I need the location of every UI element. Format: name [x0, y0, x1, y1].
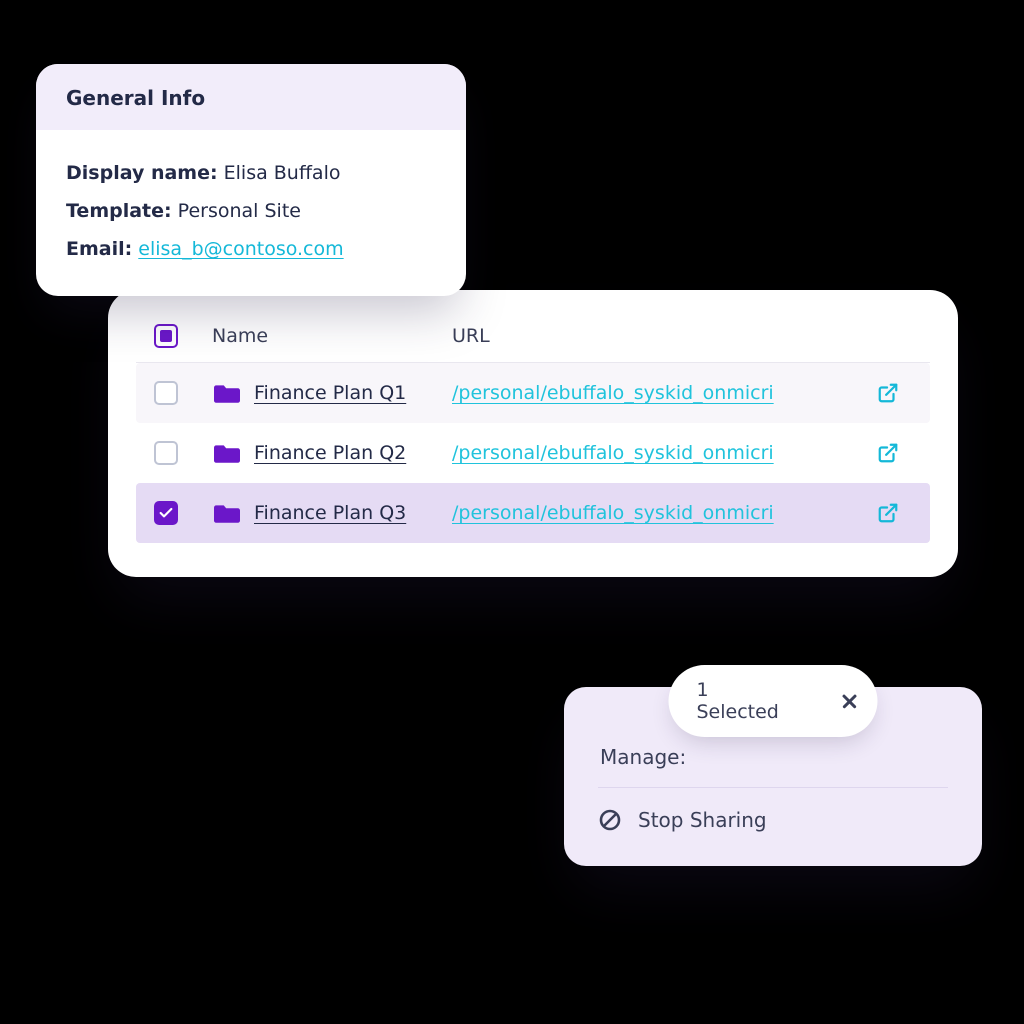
folder-icon — [214, 382, 240, 404]
open-external-icon[interactable] — [860, 442, 916, 464]
display-name-label: Display name: — [66, 162, 218, 184]
stop-sharing-button[interactable]: Stop Sharing — [598, 808, 948, 832]
general-info-card: General Info Display name: Elisa Buffalo… — [36, 64, 466, 296]
column-header-name[interactable]: Name — [212, 325, 452, 347]
email-label: Email: — [66, 238, 132, 260]
folder-icon — [214, 442, 240, 464]
table-row[interactable]: Finance Plan Q2 /personal/ebuffalo_syski… — [136, 423, 930, 483]
folders-table-card: Name URL Finance Plan Q1 /personal/ebuff… — [108, 290, 958, 577]
row-checkbox[interactable] — [154, 441, 178, 465]
row-checkbox[interactable] — [154, 501, 178, 525]
template-row: Template: Personal Site — [66, 192, 436, 230]
folder-name-link[interactable]: Finance Plan Q2 — [254, 442, 406, 464]
folder-name-link[interactable]: Finance Plan Q1 — [254, 382, 406, 404]
manage-panel: 1 Selected Manage: Stop Sharing — [564, 687, 982, 866]
column-header-url[interactable]: URL — [452, 325, 860, 347]
general-info-body: Display name: Elisa Buffalo Template: Pe… — [36, 130, 466, 296]
folder-url-link[interactable]: /personal/ebuffalo_syskid_onmicri — [452, 442, 774, 464]
email-link[interactable]: elisa_b@contoso.com — [138, 238, 343, 260]
selection-pill: 1 Selected — [669, 665, 878, 737]
table-row[interactable]: Finance Plan Q1 /personal/ebuffalo_syski… — [136, 363, 930, 423]
table-header: Name URL — [136, 314, 930, 363]
email-row: Email: elisa_b@contoso.com — [66, 230, 436, 268]
folder-icon — [214, 502, 240, 524]
open-external-icon[interactable] — [860, 502, 916, 524]
close-icon[interactable] — [842, 692, 857, 710]
template-value: Personal Site — [178, 200, 301, 222]
display-name-value: Elisa Buffalo — [224, 162, 341, 184]
folder-url-link[interactable]: /personal/ebuffalo_syskid_onmicri — [452, 502, 774, 524]
stop-sharing-label: Stop Sharing — [638, 808, 767, 832]
open-external-icon[interactable] — [860, 382, 916, 404]
display-name-row: Display name: Elisa Buffalo — [66, 154, 436, 192]
selection-count: 1 Selected — [697, 679, 783, 723]
general-info-title: General Info — [36, 64, 466, 130]
ban-icon — [598, 808, 622, 832]
folder-url-link[interactable]: /personal/ebuffalo_syskid_onmicri — [452, 382, 774, 404]
manage-label: Manage: — [598, 737, 948, 787]
table-row[interactable]: Finance Plan Q3 /personal/ebuffalo_syski… — [136, 483, 930, 543]
row-checkbox[interactable] — [154, 381, 178, 405]
folder-name-link[interactable]: Finance Plan Q3 — [254, 502, 406, 524]
select-all-checkbox[interactable] — [154, 324, 178, 348]
template-label: Template: — [66, 200, 172, 222]
divider — [598, 787, 948, 788]
